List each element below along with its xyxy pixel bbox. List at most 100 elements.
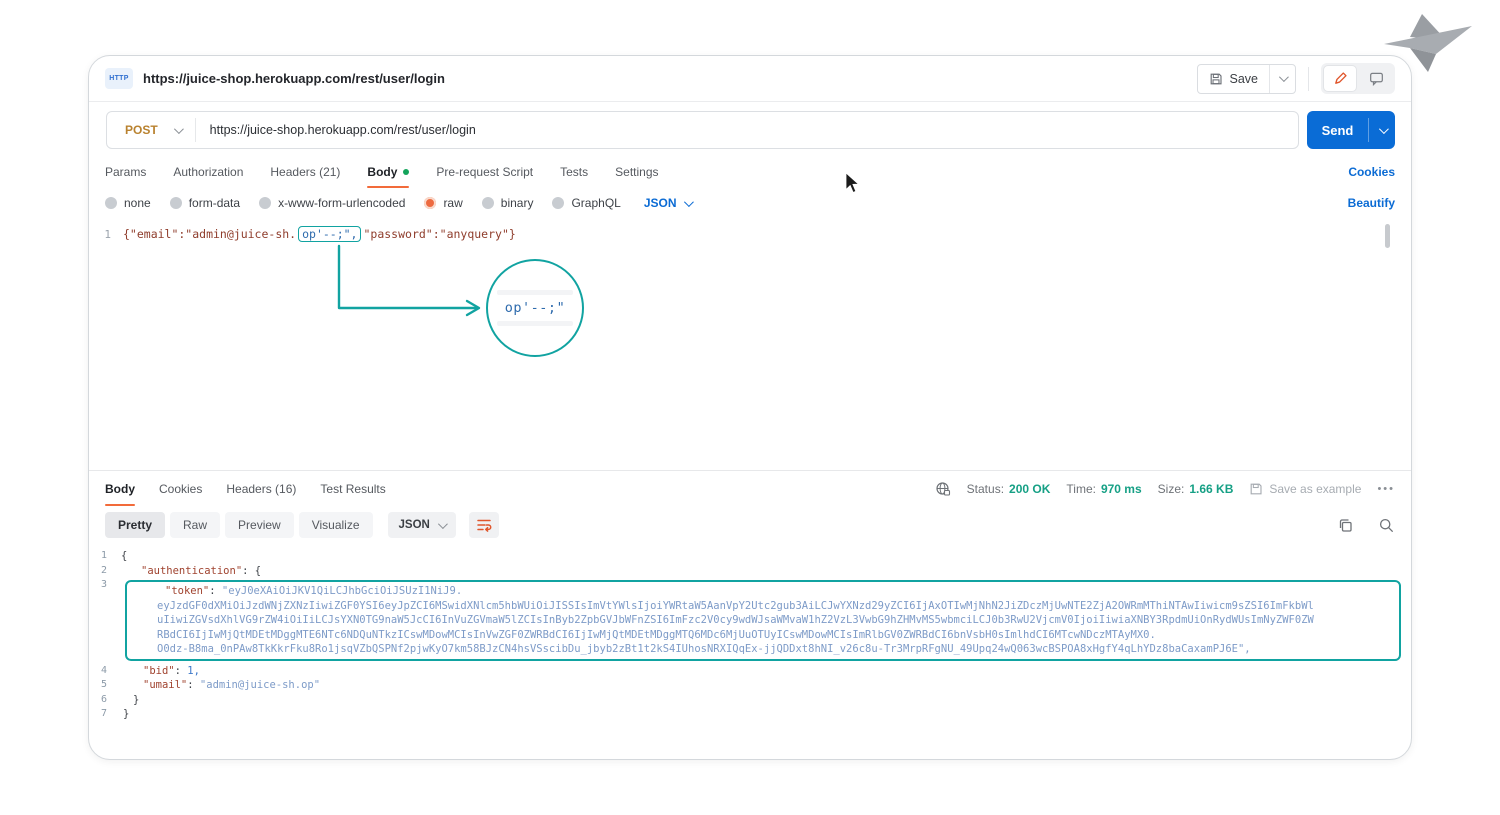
save-button-label: Save bbox=[1230, 72, 1259, 86]
screenshot-canvas: HTTP https://juice-shop.herokuapp.com/re… bbox=[0, 0, 1500, 815]
response-tab-cookies[interactable]: Cookies bbox=[159, 471, 202, 506]
body-language-dropdown[interactable]: JSON bbox=[644, 196, 691, 210]
time-label: Time: bbox=[1066, 482, 1096, 496]
response-body-viewer[interactable]: 1 { 2 "authentication": { 3 "token": "ey… bbox=[89, 544, 1411, 722]
edit-comment-toggle bbox=[1321, 63, 1395, 94]
response-line: 1 { bbox=[89, 549, 1411, 564]
mode-urlencoded[interactable]: x-www-form-urlencoded bbox=[259, 196, 405, 210]
chevron-down-icon bbox=[1378, 124, 1388, 134]
payload-highlight-box: op'--;", bbox=[298, 226, 361, 242]
request-body-line: 1 {"email":"admin@juice-sh.op'--;","pass… bbox=[89, 218, 1411, 242]
token-line: uIiwiZGVsdXhlVG9rZW4iOiIiLCJsYXN0TG9naW5… bbox=[135, 613, 1391, 628]
search-icon[interactable] bbox=[1378, 517, 1395, 534]
view-preview[interactable]: Preview bbox=[225, 512, 294, 538]
method-selector[interactable]: POST bbox=[107, 123, 174, 137]
tab-tests[interactable]: Tests bbox=[560, 156, 588, 188]
wrap-text-icon bbox=[476, 517, 492, 533]
pencil-icon bbox=[1333, 71, 1348, 86]
line-number: 1 bbox=[89, 228, 123, 241]
json-punct: : bbox=[187, 679, 200, 691]
request-tabs: Params Authorization Headers (21) Body P… bbox=[89, 156, 1411, 188]
token-line: "token": "eyJ0eXAiOiJKV1QiLCJhbGciOiJSUz… bbox=[135, 584, 1391, 599]
status-badge: Status: 200 OK bbox=[967, 482, 1051, 496]
view-visualize[interactable]: Visualize bbox=[299, 512, 373, 538]
token-line: eyJzdGF0dXMiOiJzdWNjZXNzIiwiZGF0YSI6eyJp… bbox=[135, 599, 1391, 614]
json-key: "bid" bbox=[143, 665, 175, 677]
view-raw[interactable]: Raw bbox=[170, 512, 220, 538]
annotation-arrow bbox=[89, 218, 1412, 470]
tab-params[interactable]: Params bbox=[105, 156, 146, 188]
chevron-down-icon bbox=[1279, 72, 1289, 82]
response-language-dropdown[interactable]: JSON bbox=[388, 512, 456, 538]
payload-before: {"email":"admin@juice-sh. bbox=[123, 227, 296, 241]
mode-binary[interactable]: binary bbox=[482, 196, 534, 210]
line-number: 3 bbox=[89, 578, 121, 664]
mode-form-data[interactable]: form-data bbox=[170, 196, 240, 210]
view-pretty[interactable]: Pretty bbox=[105, 512, 165, 538]
line-number: 4 bbox=[89, 664, 121, 679]
request-url-row: POST https://juice-shop.herokuapp.com/re… bbox=[89, 102, 1411, 156]
response-line: 6 } bbox=[89, 693, 1411, 708]
radio-selected-icon bbox=[424, 197, 436, 209]
time-badge: Time:970 ms bbox=[1066, 482, 1141, 496]
comment-button[interactable] bbox=[1359, 65, 1393, 92]
radio-icon bbox=[105, 197, 117, 209]
status-label: Status: bbox=[967, 482, 1004, 496]
code-text: "umail": "admin@juice-sh.op" bbox=[121, 678, 320, 693]
mode-form-data-label: form-data bbox=[189, 196, 240, 210]
mode-raw[interactable]: raw bbox=[424, 196, 462, 210]
mode-none[interactable]: none bbox=[105, 196, 151, 210]
json-key: "token" bbox=[165, 585, 209, 597]
callout-stripe bbox=[497, 321, 572, 326]
size-label: Size: bbox=[1158, 482, 1185, 496]
code-text: "bid": 1, bbox=[121, 664, 200, 679]
http-request-icon: HTTP bbox=[105, 68, 133, 89]
response-meta: Status: 200 OK Time:970 ms Size:1.66 KB S… bbox=[935, 481, 1395, 497]
response-tab-headers[interactable]: Headers (16) bbox=[226, 471, 296, 506]
save-as-example-label: Save as example bbox=[1269, 482, 1361, 496]
response-tab-test-results[interactable]: Test Results bbox=[320, 471, 385, 506]
tab-body[interactable]: Body bbox=[367, 156, 409, 188]
tab-headers[interactable]: Headers (21) bbox=[270, 156, 340, 188]
response-line: 5 "umail": "admin@juice-sh.op" bbox=[89, 678, 1411, 693]
status-value: 200 OK bbox=[1009, 482, 1050, 496]
request-body-editor[interactable]: 1 {"email":"admin@juice-sh.op'--;","pass… bbox=[89, 218, 1411, 470]
response-tab-body[interactable]: Body bbox=[105, 471, 135, 506]
response-toolbar-actions bbox=[1337, 517, 1395, 534]
mode-graphql[interactable]: GraphQL bbox=[552, 196, 620, 210]
edit-mode-button[interactable] bbox=[1323, 65, 1357, 92]
response-line: 4 "bid": 1, bbox=[89, 664, 1411, 679]
json-punct: : { bbox=[242, 565, 261, 577]
size-badge: Size:1.66 KB bbox=[1158, 482, 1234, 496]
token-segment: "eyJ0eXAiOiJKV1QiLCJhbGciOiJSUzI1NiJ9. bbox=[222, 585, 462, 597]
body-mode-row: none form-data x-www-form-urlencoded raw… bbox=[89, 188, 1411, 218]
comment-icon bbox=[1369, 71, 1384, 86]
copy-icon[interactable] bbox=[1337, 517, 1354, 534]
save-as-example-button[interactable]: Save as example bbox=[1249, 482, 1361, 496]
more-options-button[interactable]: ••• bbox=[1377, 483, 1395, 495]
code-text: { bbox=[121, 549, 127, 564]
line-number: 5 bbox=[89, 678, 121, 693]
tab-authorization[interactable]: Authorization bbox=[173, 156, 243, 188]
beautify-link[interactable]: Beautify bbox=[1348, 196, 1395, 210]
url-input[interactable]: https://juice-shop.herokuapp.com/rest/us… bbox=[210, 123, 476, 137]
payload-magnifier-callout: op'--;" bbox=[486, 259, 584, 357]
save-button[interactable]: Save bbox=[1197, 64, 1297, 94]
save-floppy-icon bbox=[1249, 482, 1263, 496]
tab-settings[interactable]: Settings bbox=[615, 156, 658, 188]
save-dropdown-button[interactable] bbox=[1270, 75, 1295, 82]
wrap-text-button[interactable] bbox=[469, 512, 499, 538]
send-dropdown-button[interactable] bbox=[1369, 127, 1395, 134]
method-dropdown[interactable] bbox=[174, 127, 181, 134]
editor-scrollbar[interactable] bbox=[1385, 224, 1390, 248]
code-text: } bbox=[121, 693, 139, 708]
json-string: "admin@juice-sh.op" bbox=[200, 679, 320, 691]
url-divider bbox=[195, 118, 196, 142]
send-button[interactable]: Send bbox=[1307, 111, 1395, 149]
response-line: 2 "authentication": { bbox=[89, 564, 1411, 579]
token-line: RBdCI6IjIwMjQtMDEtMDggMTE6NTc6NDQuNTkzIC… bbox=[135, 628, 1391, 643]
cookies-link[interactable]: Cookies bbox=[1348, 165, 1395, 179]
tab-pre-request-script[interactable]: Pre-request Script bbox=[436, 156, 533, 188]
json-punct: : bbox=[175, 665, 188, 677]
response-tabs-row: Body Cookies Headers (16) Test Results S… bbox=[89, 470, 1411, 506]
